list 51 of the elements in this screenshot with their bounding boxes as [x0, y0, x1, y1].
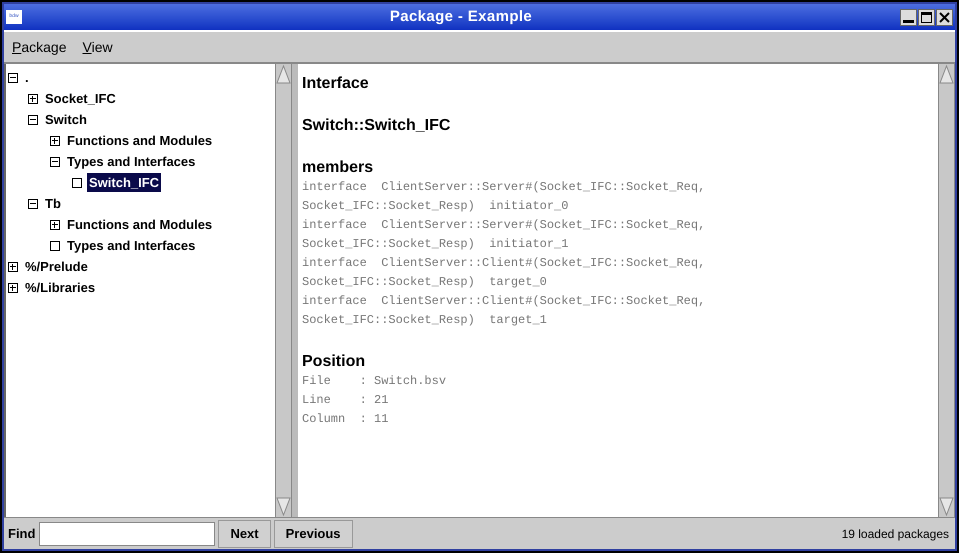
tree-item[interactable]: Tb — [43, 194, 63, 214]
tree-item[interactable]: Switch_IFC — [87, 172, 162, 192]
code-line: interface ClientServer::Server#(Socket_IFC::Socket_Req, — [302, 179, 706, 196]
maximize-button[interactable] — [918, 8, 935, 26]
code-line: interface ClientServer::Server#(Socket_IFC::Socket_Req, — [302, 217, 706, 234]
status-text: 19 loaded packages — [842, 526, 950, 542]
find-button[interactable]: Next — [218, 520, 271, 548]
close-icon — [939, 12, 950, 22]
leaf-box-icon — [50, 240, 60, 250]
code-line: interface ClientServer::Client#(Socket_IFC::Socket_Req, — [302, 255, 706, 272]
code-line: Socket_IFC::Socket_Resp) initiator_1 — [302, 236, 570, 253]
expand-icon[interactable] — [50, 136, 60, 146]
section-heading: Switch::Switch_IFC — [302, 116, 452, 136]
tree-item[interactable]: Types and Interfaces — [65, 236, 198, 256]
code-line: Socket_IFC::Socket_Resp) initiator_0 — [302, 198, 570, 215]
find-button[interactable]: Previous — [274, 520, 353, 548]
code-line: Socket_IFC::Socket_Resp) target_1 — [302, 312, 548, 329]
tree-item[interactable]: Functions and Modules — [65, 130, 214, 150]
section-heading: members — [302, 158, 374, 178]
close-button[interactable] — [936, 8, 953, 26]
section-heading: Position — [302, 352, 366, 372]
expand-icon[interactable] — [8, 282, 18, 292]
section-heading: Interface — [302, 74, 370, 94]
code-line: interface ClientServer::Client#(Socket_IFC::Socket_Req, — [302, 293, 706, 310]
tree-item[interactable]: Types and Interfaces — [65, 152, 198, 172]
tree-item[interactable]: %/Prelude — [23, 256, 90, 276]
leaf-box-icon — [72, 178, 82, 188]
collapse-icon[interactable] — [28, 198, 38, 208]
window-title: Package - Example — [388, 6, 534, 27]
expand-icon[interactable] — [50, 220, 60, 230]
tree-item[interactable]: Functions and Modules — [65, 214, 214, 234]
tree-item[interactable]: %/Libraries — [23, 278, 98, 298]
tree-item[interactable]: . — [23, 68, 31, 88]
expand-icon[interactable] — [28, 94, 38, 104]
code-line: Column : 11 — [302, 411, 390, 428]
tree-item[interactable]: Switch — [43, 110, 89, 130]
find-field[interactable] — [39, 522, 216, 546]
collapse-icon[interactable] — [50, 156, 60, 166]
tree-item[interactable]: Socket_IFC — [43, 88, 118, 108]
minimize-button[interactable] — [900, 8, 917, 26]
collapse-icon[interactable] — [8, 72, 18, 82]
expand-icon[interactable] — [8, 262, 18, 272]
code-line: Line : 21 — [302, 392, 390, 409]
code-line: File : Switch.bsv — [302, 373, 448, 390]
menu-item[interactable]: View — [82, 36, 113, 58]
menu-item[interactable]: Package — [12, 36, 66, 58]
scrollbar[interactable] — [938, 64, 955, 517]
scrollbar[interactable] — [275, 64, 292, 517]
code-line: Socket_IFC::Socket_Resp) target_0 — [302, 274, 548, 291]
find-label: Find — [8, 524, 36, 543]
collapse-icon[interactable] — [28, 114, 38, 124]
